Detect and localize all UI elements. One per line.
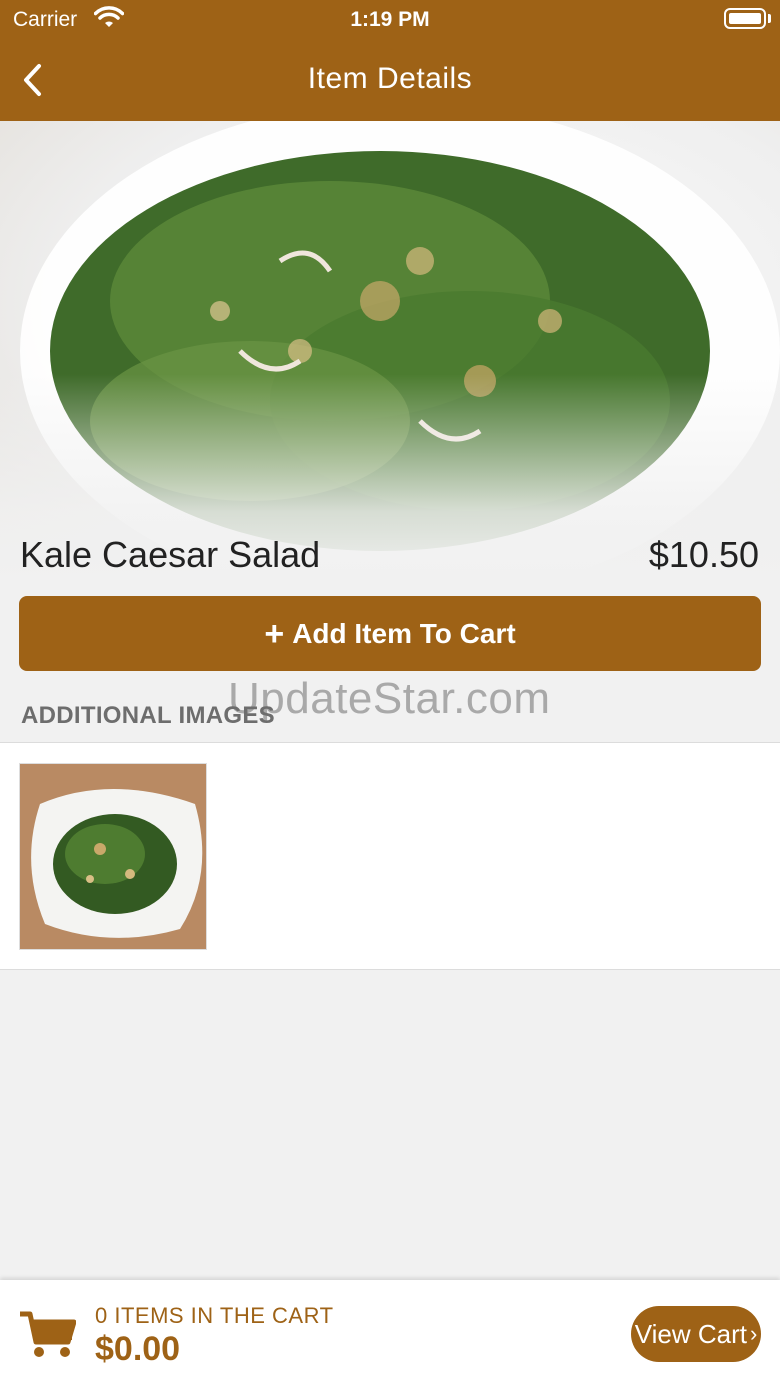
view-cart-button[interactable]: View Cart › (631, 1306, 761, 1362)
status-time: 1:19 PM (350, 8, 430, 31)
cart-total: $0.00 (95, 1330, 181, 1368)
battery-icon (724, 8, 766, 29)
salad-thumbnail-photo (20, 764, 206, 949)
status-bar: Carrier 1:19 PM (0, 0, 780, 40)
item-price: $10.50 (648, 534, 759, 575)
cart-item-count: 0 ITEMS IN THE CART (95, 1303, 334, 1328)
add-to-cart-label: Add Item To Cart (292, 617, 516, 649)
page-title: Item Details (307, 62, 473, 95)
cart-icon (18, 1310, 77, 1363)
hero-fade-overlay (0, 121, 780, 581)
watermark: UpdateStar.com (228, 674, 551, 723)
chevron-right-icon: › (749, 1321, 758, 1346)
additional-image-thumbnail[interactable] (19, 763, 207, 950)
item-name: Kale Caesar Salad (20, 534, 321, 575)
view-cart-label: View Cart (634, 1318, 747, 1349)
cart-summary-bar: 0 ITEMS IN THE CART $0.00 View Cart › (0, 1280, 780, 1387)
plus-icon: + (264, 614, 285, 653)
add-to-cart-button[interactable]: + Add Item To Cart (19, 596, 761, 671)
additional-images-panel (0, 742, 780, 970)
battery-tip (768, 14, 771, 23)
item-hero-image (0, 121, 780, 581)
top-header: Carrier 1:19 PM Item Details (0, 0, 780, 121)
